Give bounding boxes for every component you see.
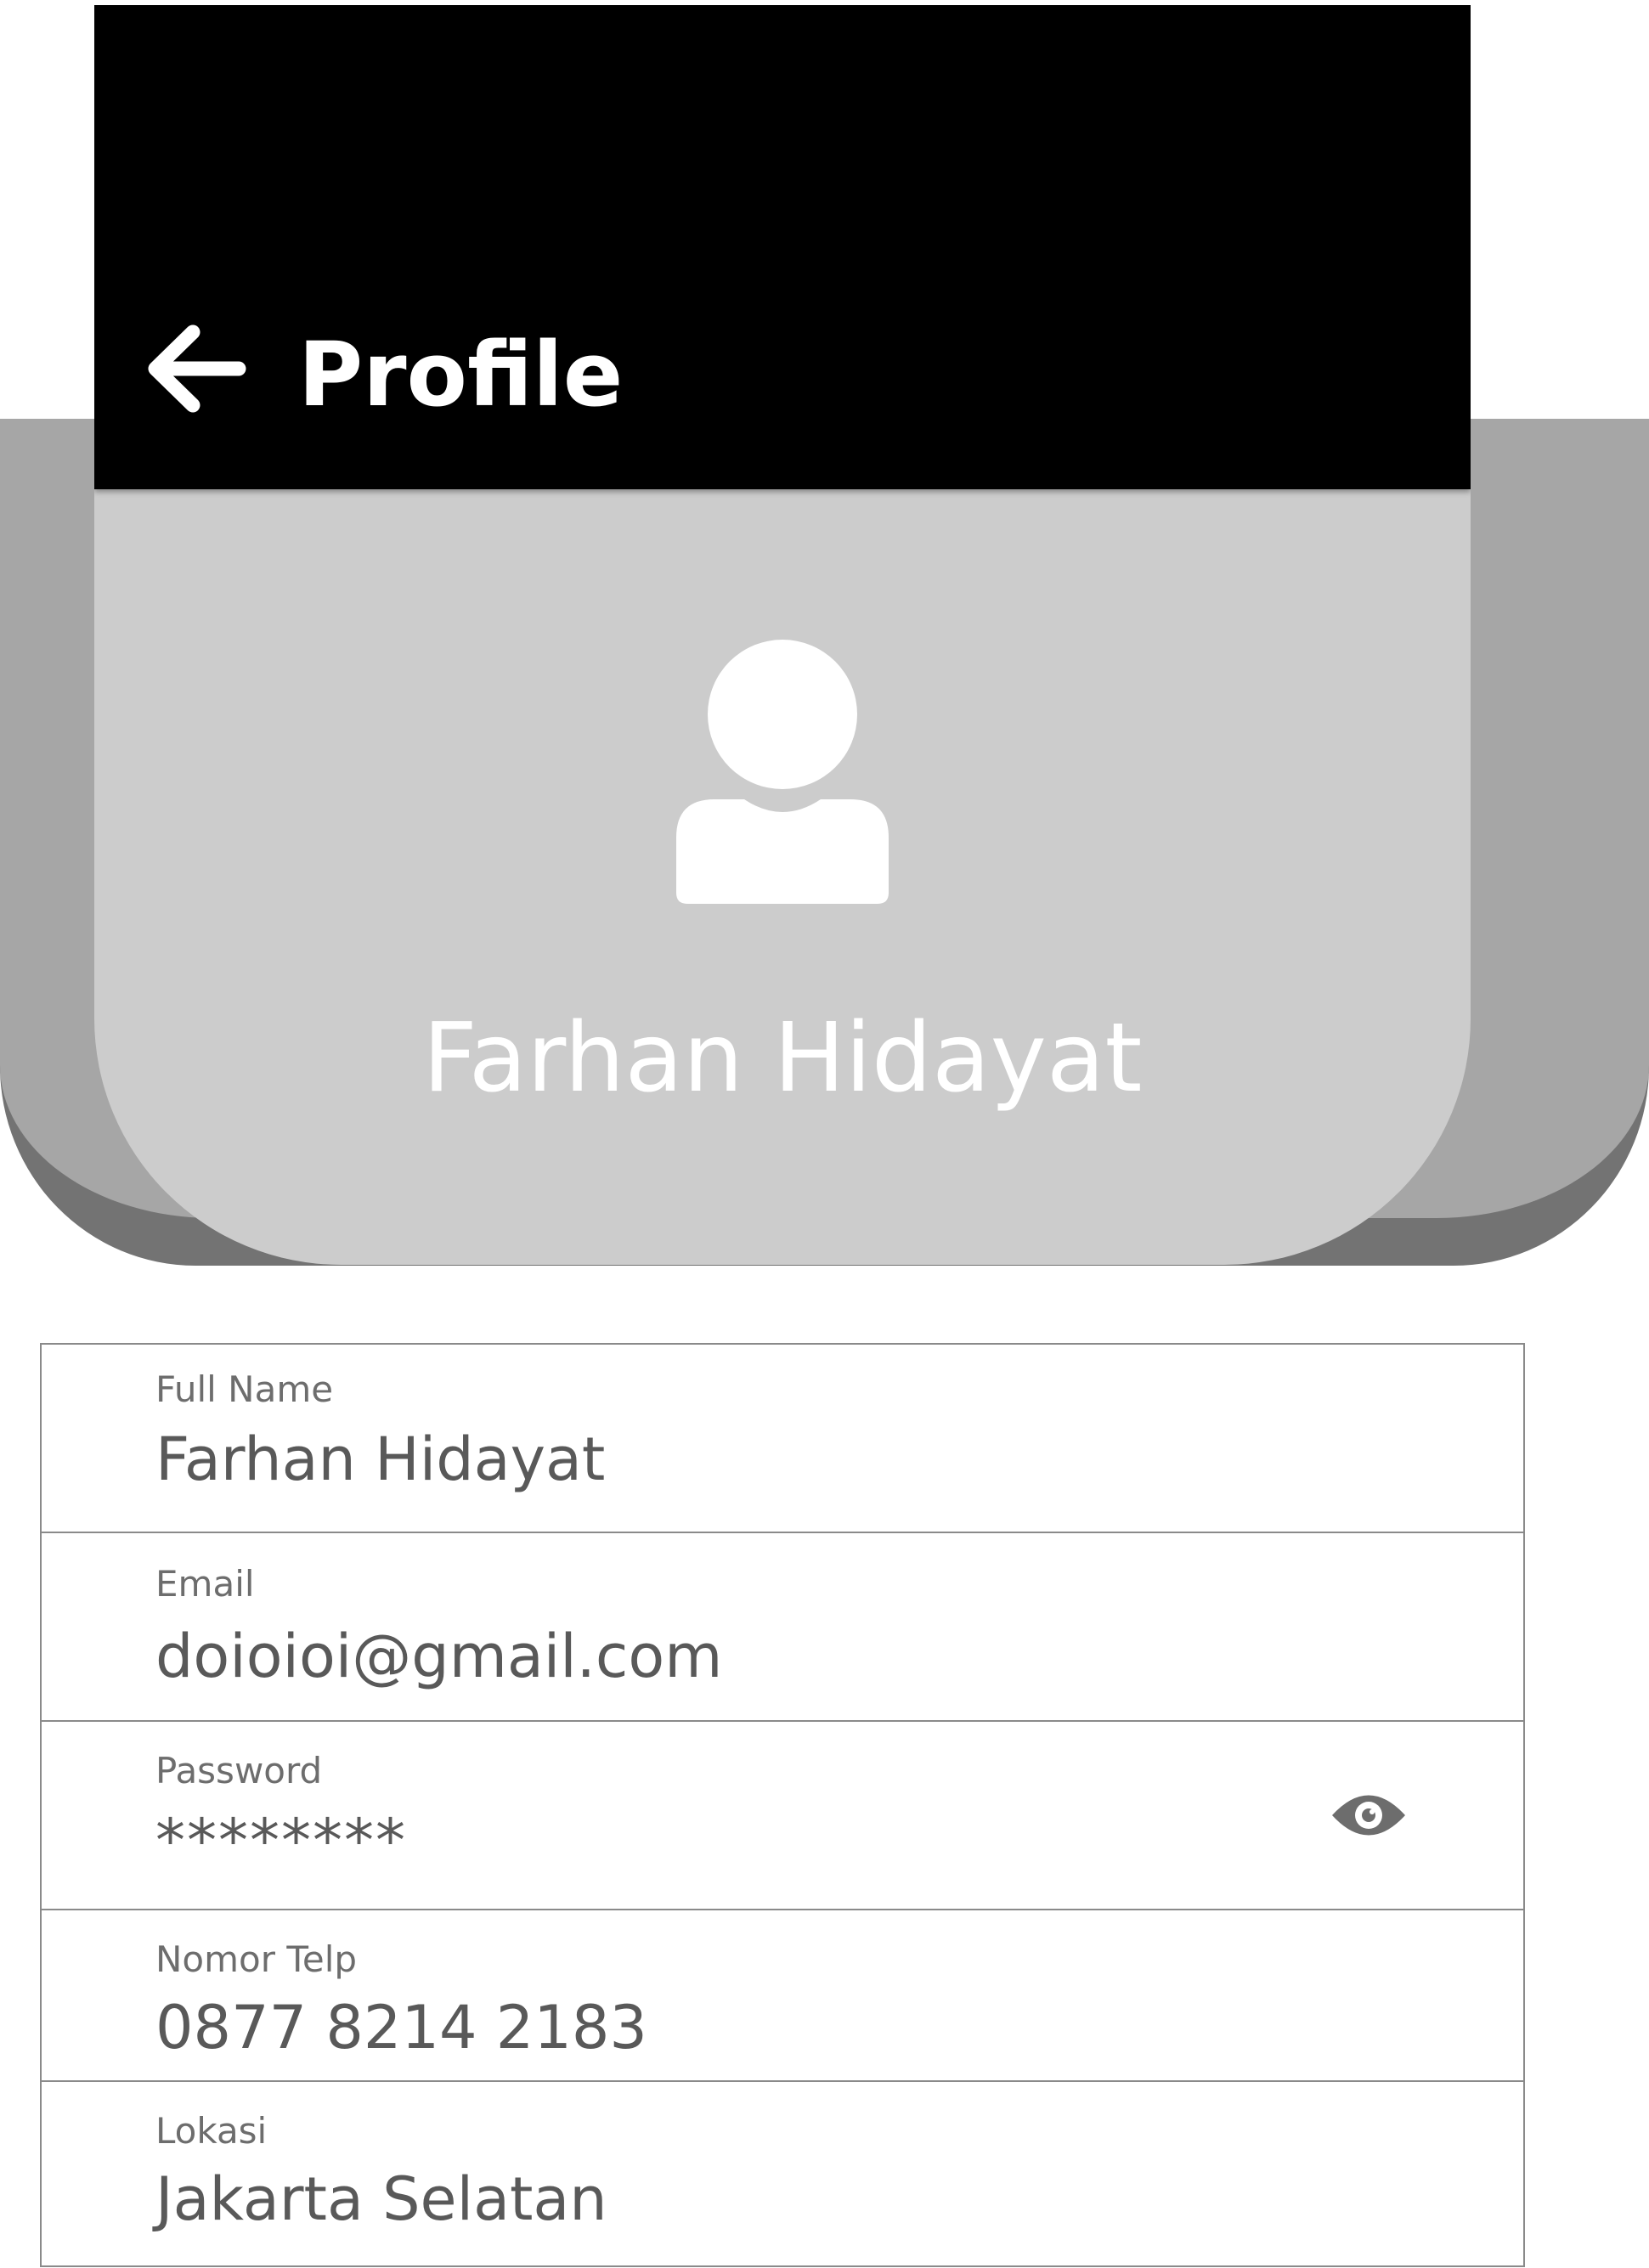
app-bar: Profile (94, 5, 1471, 489)
show-password-button[interactable] (1326, 1781, 1411, 1849)
password-label: Password (155, 1750, 323, 1791)
full-name-value[interactable]: Farhan Hidayat (155, 1425, 605, 1493)
password-field[interactable]: Password ******** (40, 1720, 1525, 1909)
profile-header-card: Profile Farhan Hidayat (94, 5, 1471, 1265)
email-value[interactable]: doioioi@gmail.com (155, 1622, 722, 1690)
phone-field[interactable]: Nomor Telp 0877 8214 2183 (40, 1909, 1525, 2080)
eye-icon (1332, 1795, 1405, 1836)
phone-value[interactable]: 0877 8214 2183 (155, 1994, 647, 2062)
email-label: Email (155, 1563, 255, 1605)
password-value[interactable]: ******** (155, 1807, 407, 1875)
full-name-field[interactable]: Full Name Farhan Hidayat (40, 1343, 1525, 1532)
avatar (651, 634, 914, 906)
profile-display-name: Farhan Hidayat (422, 1003, 1143, 1114)
phone-label: Nomor Telp (155, 1938, 358, 1980)
page-title: Profile (298, 323, 624, 426)
location-label: Lokasi (155, 2110, 268, 2152)
email-field[interactable]: Email doioioi@gmail.com (40, 1532, 1525, 1720)
arrow-left-icon (148, 324, 246, 412)
full-name-label: Full Name (155, 1368, 334, 1410)
location-value[interactable]: Jakarta Selatan (155, 2165, 607, 2233)
location-field[interactable]: Lokasi Jakarta Selatan (40, 2080, 1525, 2267)
back-button[interactable] (137, 315, 256, 421)
person-icon (676, 640, 889, 904)
profile-form: Full Name Farhan Hidayat Email doioioi@g… (40, 1343, 1525, 2267)
